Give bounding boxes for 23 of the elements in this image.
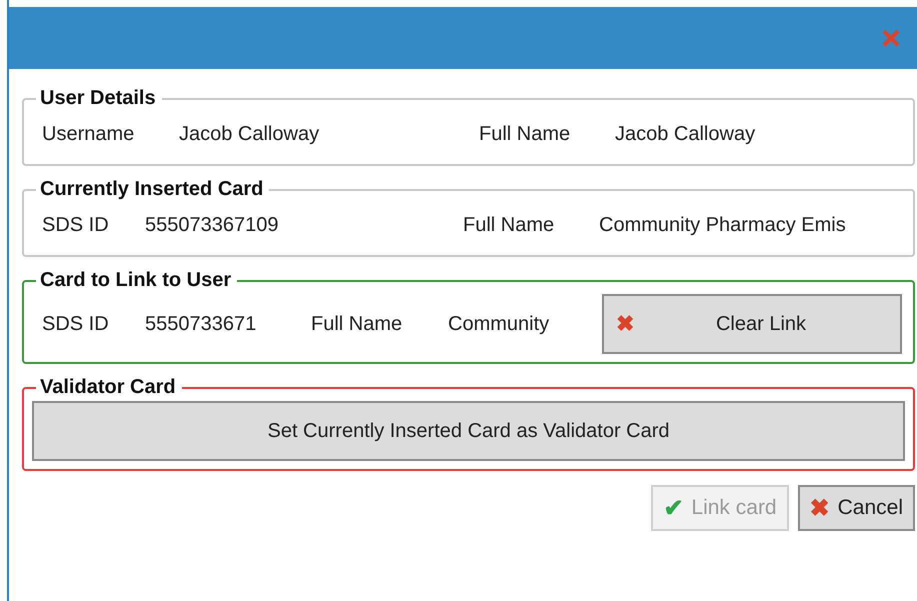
close-icon[interactable] — [881, 28, 901, 48]
field-label: Full Name — [463, 214, 556, 236]
group-title: User Details — [39, 87, 157, 110]
group-title: Currently Inserted Card — [39, 178, 264, 201]
cancel-button[interactable]: ✖ Cancel — [798, 485, 915, 531]
field-label: SDS ID — [41, 214, 110, 236]
field-value: Community — [448, 312, 550, 336]
clear-link-button[interactable]: ✖ Clear Link — [602, 294, 902, 354]
field-value: Jacob Calloway — [615, 122, 756, 146]
field-value: 555073367109 — [145, 214, 280, 236]
group-title: Card to Link to User — [39, 269, 232, 292]
close-icon: ✖ — [616, 311, 634, 337]
close-icon: ✖ — [810, 494, 830, 522]
field-label: Full Name — [479, 122, 572, 146]
group-title: Validator Card — [39, 376, 177, 399]
field-label: Full Name — [311, 312, 404, 336]
field-label: Username — [41, 122, 136, 146]
field-label: SDS ID — [41, 312, 110, 336]
checkmark-icon: ✔ — [663, 494, 684, 522]
set-validator-button[interactable]: Set Currently Inserted Card as Validator Card — [32, 401, 905, 461]
field-value: 5550733671 — [145, 312, 258, 336]
field-value: Jacob Calloway — [179, 122, 320, 146]
field-value: Community Pharmacy Emis — [599, 214, 847, 236]
